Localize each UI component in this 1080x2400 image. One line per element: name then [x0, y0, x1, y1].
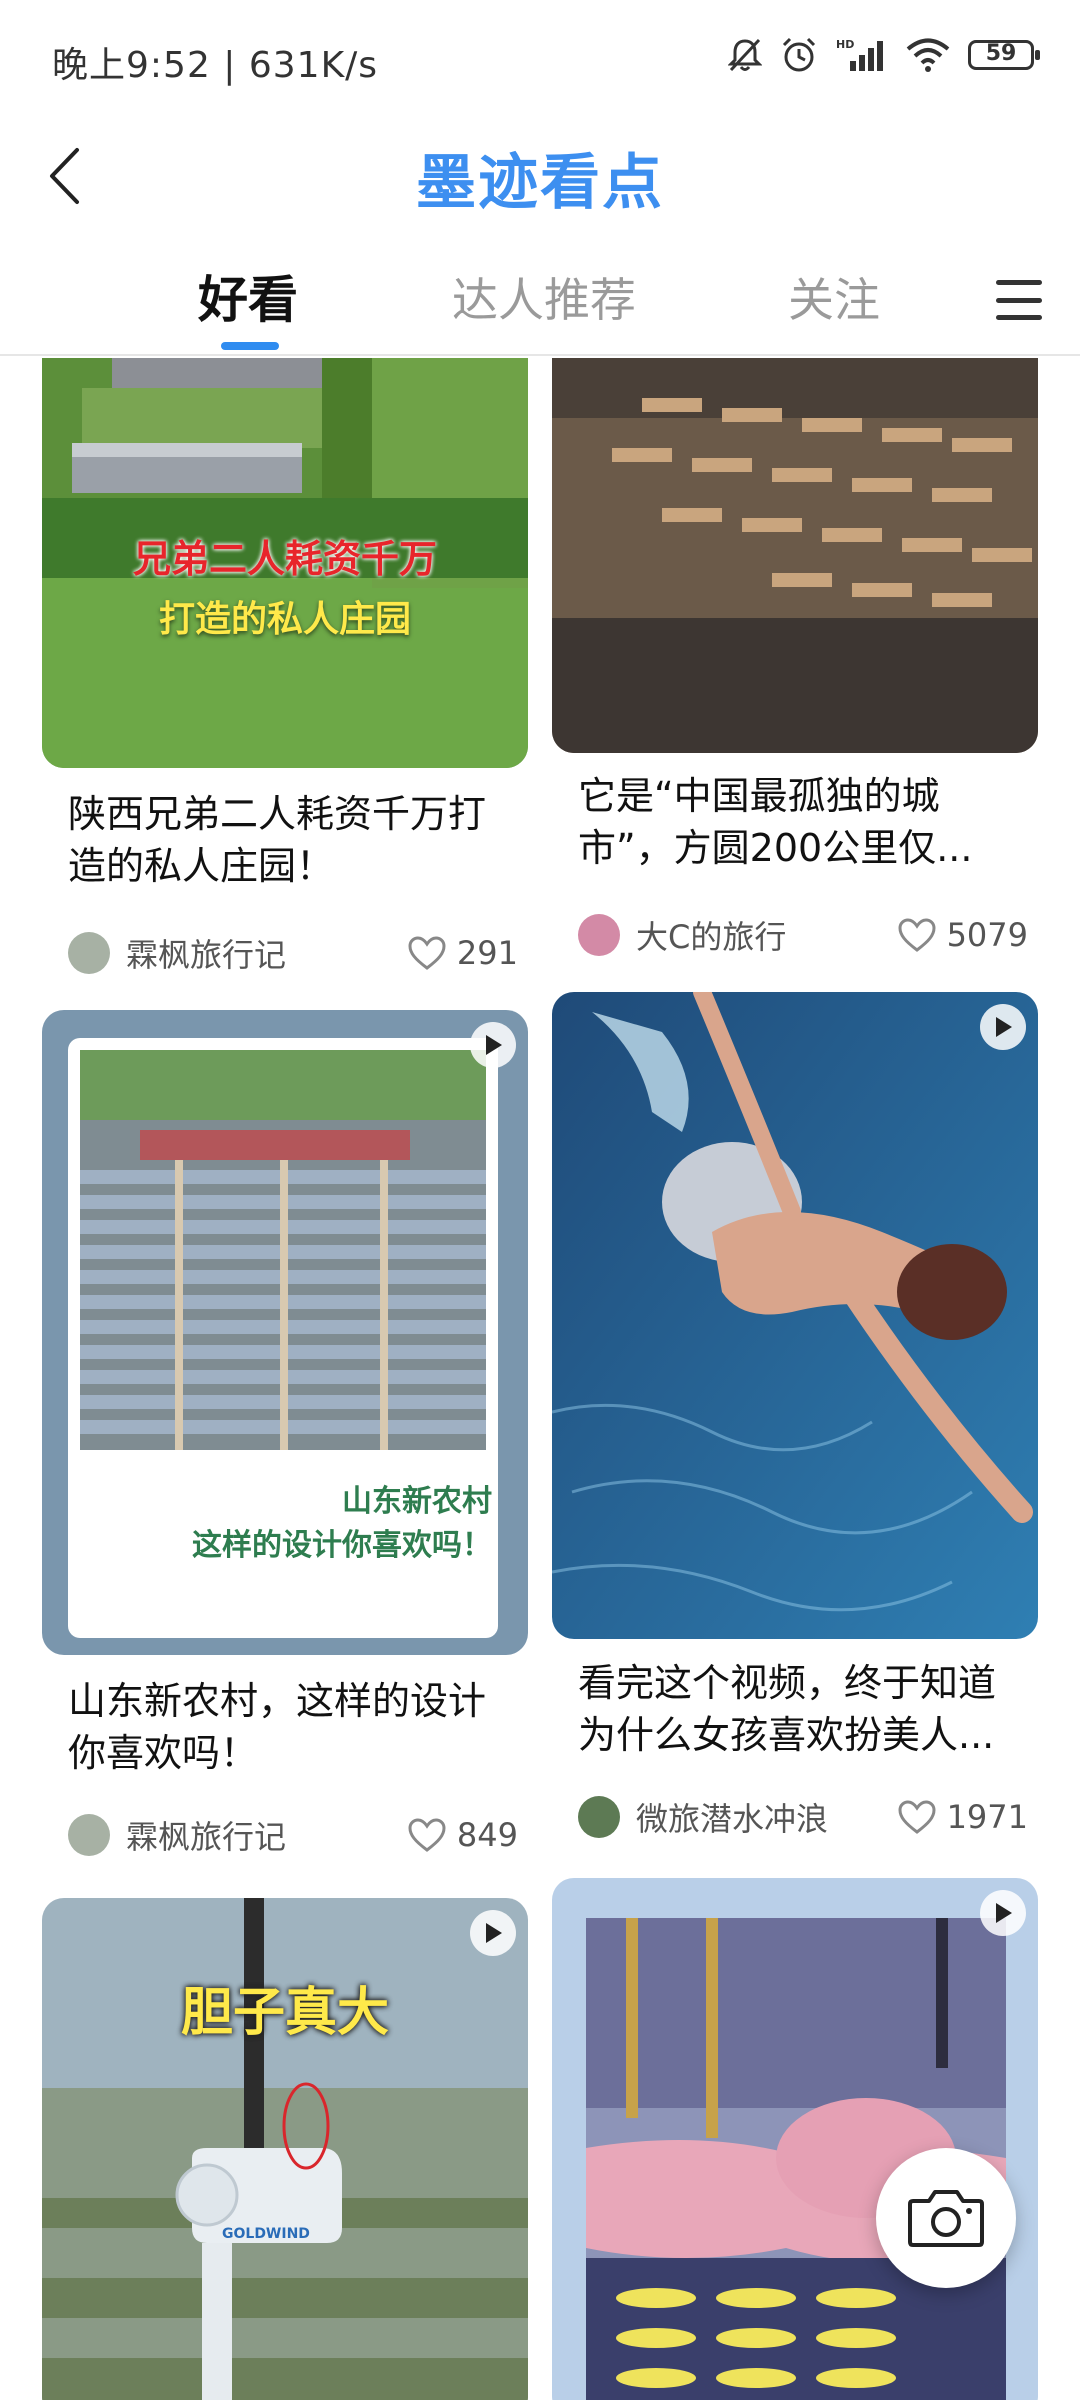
page-title: 墨迹看点	[416, 148, 664, 218]
content-feed[interactable]: 兄弟二人耗资千万 打造的私人庄园 陕西兄弟二人耗资千万打造的私人庄园！ 霖枫旅行…	[0, 358, 1080, 2400]
card-thumbnail[interactable]: 兄弟二人耗资千万 打造的私人庄园	[42, 358, 528, 768]
card-thumbnail[interactable]	[552, 992, 1038, 1639]
alarm-icon	[782, 37, 816, 72]
tab-guanzhu[interactable]: 关注	[788, 264, 880, 330]
like-button[interactable]: 849	[407, 1816, 518, 1854]
status-icons: HD 59	[728, 36, 1040, 74]
avatar[interactable]	[68, 932, 110, 974]
underwater-swimmer-image	[552, 992, 1038, 1639]
card-meta: 霖枫旅行记 291	[68, 928, 518, 978]
heart-icon	[408, 936, 446, 970]
avatar[interactable]	[68, 1814, 110, 1856]
play-icon	[996, 1903, 1012, 1923]
poster-caption: 山东新农村 这样的设计你喜欢吗！	[82, 1480, 492, 1568]
like-button[interactable]: 5079	[897, 916, 1028, 954]
video-play-badge	[980, 1890, 1026, 1936]
play-icon	[486, 1035, 502, 1055]
card-meta: 霖枫旅行记 849	[68, 1810, 518, 1860]
play-icon	[486, 1923, 502, 1943]
author-name[interactable]: 大C的旅行	[636, 912, 897, 958]
heart-icon	[408, 1818, 446, 1852]
like-button[interactable]: 291	[407, 934, 518, 972]
card-title[interactable]: 陕西兄弟二人耗资千万打造的私人庄园！	[68, 788, 518, 892]
svg-text:HD: HD	[836, 38, 854, 51]
tab-bar: 好看 达人推荐 关注	[0, 240, 1080, 356]
battery-level: 59	[985, 41, 1017, 66]
avatar[interactable]	[578, 914, 620, 956]
thumbnail-caption-line1: 兄弟二人耗资千万	[132, 537, 437, 581]
feed-card[interactable]: 兄弟二人耗资千万 打造的私人庄园 陕西兄弟二人耗资千万打造的私人庄园！ 霖枫旅行…	[42, 358, 528, 988]
avatar[interactable]	[578, 1796, 620, 1838]
author-name[interactable]: 霖枫旅行记	[126, 1812, 407, 1858]
wifi-icon	[906, 38, 950, 72]
heart-icon	[898, 918, 936, 952]
author-name[interactable]: 霖枫旅行记	[126, 930, 407, 976]
like-button[interactable]: 1971	[897, 1798, 1028, 1836]
like-count: 849	[456, 1816, 518, 1854]
hamburger-menu-icon	[996, 280, 1042, 285]
tab-haokan[interactable]: 好看	[198, 260, 298, 332]
active-tab-indicator	[221, 342, 279, 350]
menu-button[interactable]	[996, 280, 1042, 320]
feed-card[interactable]: 胆子真大 GOLDWIND	[42, 1898, 528, 2400]
tab-daren-tuijian[interactable]: 达人推荐	[452, 264, 636, 330]
camera-icon	[908, 2190, 984, 2247]
card-thumbnail[interactable]	[552, 358, 1038, 753]
like-count: 1971	[946, 1798, 1028, 1836]
heart-icon	[898, 1800, 936, 1834]
feed-card[interactable]: 山东新农村 这样的设计你喜欢吗！ 山东新农村，这样的设计你喜欢吗！ 霖枫旅行记 …	[42, 1010, 528, 1870]
like-count: 291	[456, 934, 518, 972]
video-play-badge	[470, 1022, 516, 1068]
camera-button[interactable]	[876, 2148, 1016, 2288]
app-header: 墨迹看点	[0, 120, 1080, 230]
video-play-badge	[980, 1004, 1026, 1050]
like-count: 5079	[946, 916, 1028, 954]
video-play-badge	[470, 1910, 516, 1956]
status-time-speed: 晚上9:52 | 631K/s	[52, 45, 379, 86]
card-title[interactable]: 看完这个视频，终于知道为什么女孩喜欢扮美人...	[578, 1657, 1028, 1761]
card-title[interactable]: 它是“中国最孤独的城市”，方圆200公里仅...	[578, 770, 1028, 874]
turbine-brand-text: GOLDWIND	[222, 2226, 310, 2242]
battery-icon: 59	[968, 40, 1040, 70]
feed-card[interactable]	[552, 1878, 1038, 2400]
card-meta: 大C的旅行 5079	[578, 910, 1028, 960]
desert-city-image	[552, 358, 1038, 753]
poster-caption-line2: 这样的设计你喜欢吗！	[192, 1528, 492, 1563]
card-thumbnail[interactable]: 胆子真大 GOLDWIND	[42, 1898, 528, 2400]
author-name[interactable]: 微旅潜水冲浪	[636, 1794, 897, 1840]
mute-icon	[728, 38, 762, 72]
hd-signal-icon: HD	[836, 38, 883, 71]
poster-caption-line1: 山东新农村	[342, 1484, 492, 1519]
village-aerial-image	[80, 1050, 486, 1450]
card-thumbnail[interactable]	[552, 1878, 1038, 2400]
card-title[interactable]: 山东新农村，这样的设计你喜欢吗！	[68, 1675, 518, 1779]
card-meta: 微旅潜水冲浪 1971	[578, 1792, 1028, 1842]
thumbnail-caption-line2: 打造的私人庄园	[158, 599, 411, 640]
play-icon	[996, 1017, 1012, 1037]
thumbnail-caption-line1: 胆子真大	[180, 1983, 389, 2043]
card-thumbnail[interactable]: 山东新农村 这样的设计你喜欢吗！	[42, 1010, 528, 1655]
feed-card[interactable]: 它是“中国最孤独的城市”，方圆200公里仅... 大C的旅行 5079	[552, 358, 1038, 968]
feed-card[interactable]: 看完这个视频，终于知道为什么女孩喜欢扮美人... 微旅潜水冲浪 1971	[552, 992, 1038, 1852]
status-bar: 晚上9:52 | 631K/s HD 59	[0, 0, 1080, 120]
